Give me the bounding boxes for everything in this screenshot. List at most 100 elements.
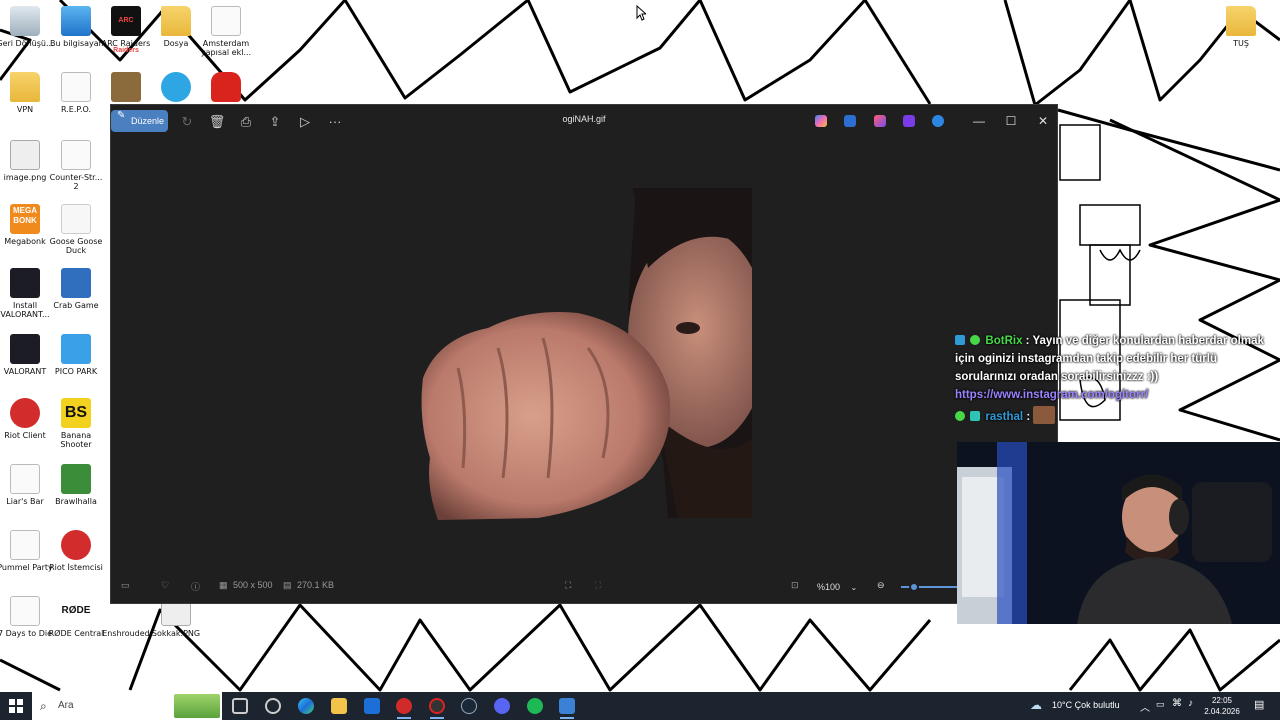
chat-message: rasthal : bbox=[955, 406, 1275, 426]
brawlhalla-icon bbox=[61, 464, 91, 494]
active-app-indicator bbox=[560, 717, 574, 719]
discord-icon[interactable] bbox=[494, 698, 510, 714]
taskbar-search-box[interactable]: ⌕ Ara bbox=[32, 692, 222, 720]
active-app-indicator bbox=[397, 717, 411, 719]
obs-icon[interactable] bbox=[429, 698, 445, 714]
image-file-icon bbox=[10, 140, 40, 170]
crab-game-icon bbox=[61, 268, 91, 298]
desktop-icon-pico-park[interactable]: PICO PARK bbox=[47, 334, 105, 376]
start-button[interactable] bbox=[9, 699, 23, 713]
arc-raiders-icon: ARC Raiders bbox=[111, 6, 141, 54]
desktop-icon-amsterdam[interactable]: Amsterdam yapısal ekl... bbox=[197, 6, 255, 57]
recycle-bin-icon bbox=[10, 6, 40, 36]
desktop-icon-among-us[interactable] bbox=[197, 72, 255, 105]
desktop-icon-vpn[interactable]: VPN bbox=[0, 72, 54, 114]
taskbar-clock[interactable]: 22:05 2.04.2026 bbox=[1204, 695, 1240, 717]
desktop-icon-brawlhalla[interactable]: Brawlhalla bbox=[47, 464, 105, 506]
user-badge-icon bbox=[955, 411, 965, 421]
copilot-icon[interactable] bbox=[815, 115, 827, 127]
mouse-cursor-icon bbox=[636, 5, 646, 21]
network-icon[interactable]: ▭ bbox=[1156, 699, 1165, 710]
volume-icon[interactable]: ♪ bbox=[1188, 698, 1193, 709]
goose-icon bbox=[61, 204, 91, 234]
weather-text[interactable]: 10°C Çok bulutlu bbox=[1052, 700, 1120, 710]
search-highlight-icon bbox=[174, 694, 220, 718]
shortcut-icon bbox=[61, 72, 91, 102]
file-size-icon: ▤ bbox=[283, 580, 292, 590]
desktop-icon-goose[interactable]: Goose Goose Duck bbox=[47, 204, 105, 255]
search-placeholder: Ara bbox=[58, 700, 74, 711]
info-icon[interactable]: ⓘ bbox=[191, 580, 200, 593]
shortcut-icon bbox=[10, 596, 40, 626]
favorite-icon[interactable]: ♡ bbox=[161, 580, 169, 591]
mail-icon[interactable] bbox=[364, 698, 380, 714]
desktop-icon-riot-client[interactable]: Riot Client bbox=[0, 398, 54, 440]
desktop-icon-megabonk[interactable]: MEGA BONK Megabonk bbox=[0, 204, 54, 246]
desktop-icon-recycle-bin[interactable]: Geri Dönüşü... bbox=[0, 6, 54, 48]
shortcut-icon bbox=[10, 464, 40, 494]
desktop-icon-banana-shooter[interactable]: BS Banana Shooter bbox=[47, 398, 105, 449]
filmstrip-icon[interactable]: ▭ bbox=[121, 580, 130, 591]
desktop-icon-pummel-party[interactable]: Pummel Party bbox=[0, 530, 54, 572]
telegram-icon bbox=[161, 72, 191, 102]
dimensions-icon: ▦ bbox=[219, 580, 228, 590]
close-icon[interactable]: ✕ bbox=[1028, 111, 1058, 131]
taskbar: ⌕ Ara ☁ 10°C Çok bulutlu ︿ ▭ ⌘ ♪ 22:05 2… bbox=[0, 692, 1280, 720]
onedrive-icon[interactable] bbox=[932, 115, 944, 127]
desktop-icon-counter-strike[interactable]: Counter-Str... 2 bbox=[47, 140, 105, 191]
chat-username: BotRix bbox=[985, 335, 1023, 347]
file-size: 270.1 KB bbox=[297, 580, 335, 590]
riot-icon bbox=[10, 398, 40, 428]
designer-icon[interactable] bbox=[844, 115, 856, 127]
clipchamp-icon[interactable] bbox=[903, 115, 915, 127]
desktop-icon-image-png[interactable]: image.png bbox=[0, 140, 54, 182]
folder-icon bbox=[1226, 6, 1256, 36]
sub-badge-icon bbox=[970, 411, 981, 421]
image-dimensions: 500 x 500 bbox=[233, 580, 273, 590]
maximize-icon[interactable]: ☐ bbox=[996, 111, 1026, 131]
zoom-slider-thumb[interactable] bbox=[909, 582, 919, 592]
spotify-icon[interactable] bbox=[527, 698, 543, 714]
desktop-icon-valorant[interactable]: VALORANT bbox=[0, 334, 54, 376]
edge-icon[interactable] bbox=[298, 698, 314, 714]
photos-window[interactable]: ✎ Düzenle ↻ 🗑 ⎙ ⇪ ▷ ··· ogiNAH.gif — ☐ ✕ bbox=[110, 104, 1058, 604]
desktop-icon-crab-game[interactable]: Crab Game bbox=[47, 268, 105, 310]
valorant-icon bbox=[10, 334, 40, 364]
photos-app-icon[interactable] bbox=[559, 698, 575, 714]
emote-icon bbox=[1033, 406, 1056, 424]
steam-icon[interactable] bbox=[461, 698, 477, 714]
notifications-icon[interactable]: ▤ bbox=[1254, 698, 1264, 711]
task-view-icon[interactable] bbox=[232, 698, 248, 714]
widgets-icon[interactable] bbox=[265, 698, 281, 714]
fit-to-window-icon[interactable]: ⛶ bbox=[565, 580, 571, 591]
chevron-up-icon[interactable]: ︿ bbox=[1140, 699, 1150, 714]
search-icon: ⌕ bbox=[40, 699, 47, 713]
minimize-icon[interactable]: — bbox=[964, 111, 994, 131]
desktop-icon-tus[interactable]: TUŞ bbox=[1212, 6, 1270, 48]
among-us-icon bbox=[211, 72, 241, 102]
desktop-icon-7-days-to-die[interactable]: 7 Days to Die bbox=[0, 596, 54, 638]
pico-park-icon bbox=[61, 334, 91, 364]
shortcut-icon bbox=[61, 140, 91, 170]
zoom-out-icon[interactable]: ⊖ bbox=[877, 580, 885, 591]
desktop-icon-liars-bar[interactable]: Liar's Bar bbox=[0, 464, 54, 506]
active-app-indicator bbox=[430, 717, 444, 719]
desktop-icon-install-valorant[interactable]: Install VALORANT... bbox=[0, 268, 54, 319]
photos-toolbar: ✎ Düzenle ↻ 🗑 ⎙ ⇪ ▷ ··· ogiNAH.gif — ☐ ✕ bbox=[111, 105, 1057, 137]
bot-badge-icon bbox=[955, 335, 965, 345]
paint-icon[interactable] bbox=[874, 115, 886, 127]
stream-chat-overlay: BotRix : Yayın ve diğer konulardan haber… bbox=[955, 332, 1275, 426]
zoom-level-select[interactable]: %100 ⌄ bbox=[811, 577, 863, 597]
actual-size-icon[interactable]: ⛶ bbox=[595, 580, 601, 591]
clock-time: 22:05 bbox=[1211, 696, 1233, 705]
ethernet-icon[interactable]: ⌘ bbox=[1172, 698, 1182, 709]
fullscreen-icon[interactable]: ⊡ bbox=[791, 580, 799, 591]
document-icon bbox=[211, 6, 241, 36]
webcam-overlay bbox=[957, 442, 1280, 624]
file-explorer-icon[interactable] bbox=[331, 698, 347, 714]
rode-icon: RØDE bbox=[61, 596, 91, 626]
desktop-icon-riot-istemcisi[interactable]: Riot İstemcisi bbox=[47, 530, 105, 572]
weather-icon[interactable]: ☁ bbox=[1030, 698, 1042, 712]
opera-icon[interactable] bbox=[396, 698, 412, 714]
windows-icon bbox=[9, 699, 23, 713]
